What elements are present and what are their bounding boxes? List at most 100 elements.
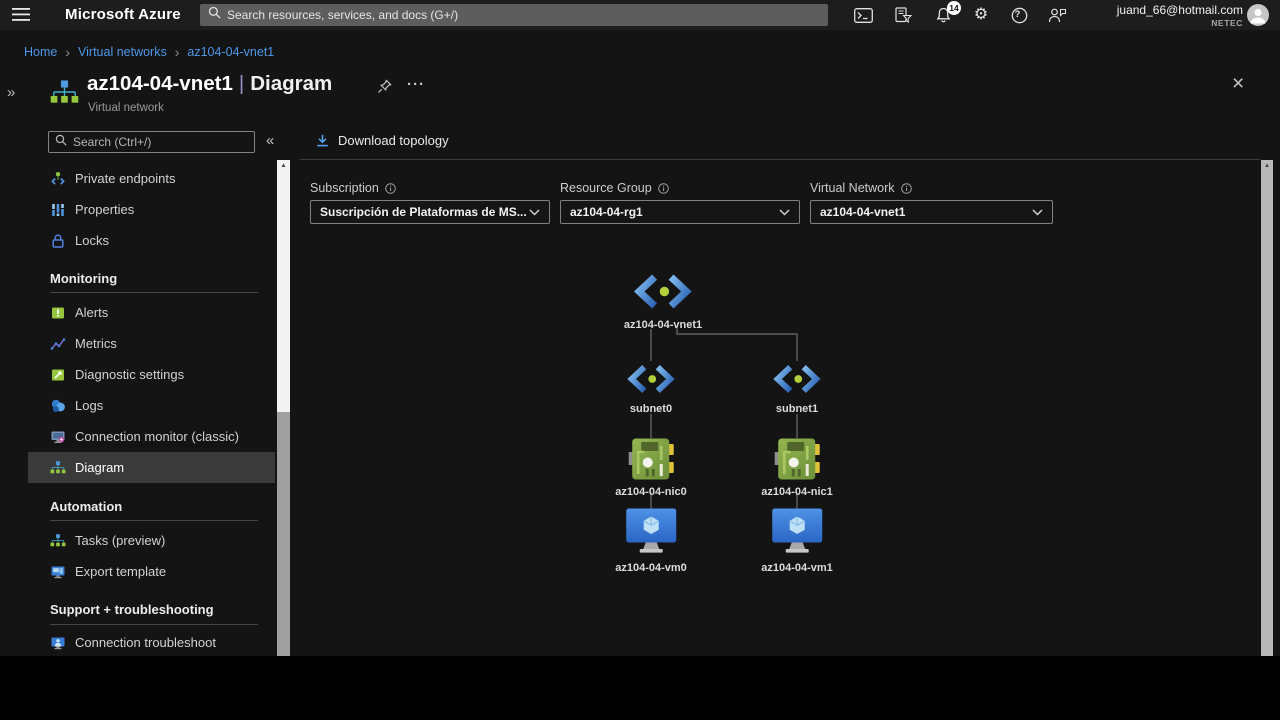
resource-name: az104-04-vnet1 — [87, 72, 233, 95]
connection-monitor-icon — [50, 429, 66, 445]
diagram-node-nic0[interactable]: az104-04-nic0 — [615, 437, 687, 498]
resource-group-label: Resource Group — [560, 181, 669, 195]
network-interface-icon — [774, 437, 820, 481]
chevron-right-icon: › — [175, 45, 180, 59]
diagram-node-vm0[interactable]: az104-04-vm0 — [615, 508, 687, 574]
cloud-shell-icon[interactable] — [853, 6, 873, 24]
help-icon[interactable]: ? — [1009, 6, 1029, 24]
virtual-network-icon — [630, 272, 696, 311]
export-template-icon — [50, 564, 66, 580]
user-email: juand_66@hotmail.com — [1088, 3, 1243, 17]
chevron-down-icon — [529, 209, 540, 216]
sidebar-item-alerts[interactable]: Alerts — [28, 297, 275, 328]
private-endpoint-icon — [50, 171, 66, 187]
settings-gear-icon[interactable]: ⚙ — [971, 6, 991, 24]
sidebar-item-diagnostic-settings[interactable]: Diagnostic settings — [28, 359, 275, 390]
scroll-up-arrow-icon[interactable]: ▲ — [277, 160, 290, 172]
expand-portal-menu-icon[interactable]: » — [7, 84, 15, 101]
chevron-down-icon — [1032, 209, 1043, 216]
divider — [50, 520, 258, 521]
user-organization: NETEC — [1088, 18, 1243, 28]
resource-group-dropdown[interactable]: az104-04-rg1 — [560, 200, 800, 224]
sidebar-section-monitoring: Monitoring — [50, 271, 117, 286]
sidebar-item-export-template[interactable]: Export template — [28, 556, 275, 587]
more-options-icon[interactable]: ··· — [407, 76, 425, 93]
logs-icon — [50, 398, 66, 414]
sidebar-item-diagram[interactable]: Diagram — [28, 452, 275, 483]
blade-name: Diagram — [250, 72, 332, 95]
breadcrumb-virtual-networks[interactable]: Virtual networks — [78, 45, 167, 59]
chevron-down-icon — [779, 209, 790, 216]
title-separator: | — [233, 72, 250, 95]
collapse-sidebar-icon[interactable]: « — [266, 132, 274, 149]
sidebar-search-box[interactable] — [48, 131, 255, 153]
content-scrollbar[interactable]: ▲ — [1261, 160, 1273, 656]
properties-sliders-icon — [50, 202, 66, 218]
resource-type-subtitle: Virtual network — [88, 102, 164, 114]
download-topology-button[interactable]: Download topology — [316, 133, 449, 148]
azure-brand-logo[interactable]: Microsoft Azure — [65, 6, 181, 23]
virtual-network-label: Virtual Network — [810, 181, 912, 195]
notifications-bell-icon[interactable]: 14 — [933, 6, 953, 24]
close-blade-icon[interactable]: × — [1232, 72, 1244, 96]
notification-count-badge: 14 — [947, 1, 961, 15]
sidebar-scrollbar-thumb[interactable]: ▲ — [277, 160, 290, 412]
network-interface-icon — [628, 437, 674, 481]
sidebar-section-automation: Automation — [50, 499, 122, 514]
search-icon — [55, 133, 67, 151]
diagram-node-subnet0[interactable]: subnet0 — [624, 363, 678, 415]
divider — [50, 624, 258, 625]
chevron-right-icon: › — [65, 45, 70, 59]
tasks-icon — [50, 534, 66, 547]
lock-icon — [50, 233, 66, 249]
subscription-label: Subscription — [310, 181, 396, 195]
page-title: az104-04-vnet1|Diagram — [87, 72, 332, 96]
divider — [50, 292, 258, 293]
global-search-input[interactable] — [227, 8, 820, 22]
top-bar: Microsoft Azure 14 ⚙ ? juand_66@hot — [0, 0, 1280, 30]
virtual-network-dropdown[interactable]: az104-04-vnet1 — [810, 200, 1053, 224]
toolbar-divider — [300, 159, 1260, 160]
global-search-bar[interactable] — [200, 4, 828, 26]
directory-filter-icon[interactable] — [893, 6, 913, 24]
sidebar-item-connection-monitor-classic[interactable]: Connection monitor (classic) — [28, 421, 275, 452]
breadcrumb-vnet[interactable]: az104-04-vnet1 — [187, 45, 274, 59]
sidebar-item-metrics[interactable]: Metrics — [28, 328, 275, 359]
search-icon — [208, 6, 221, 24]
subnet-icon — [770, 363, 824, 395]
account-info[interactable]: juand_66@hotmail.com NETEC — [1088, 3, 1243, 28]
info-icon — [658, 183, 669, 194]
virtual-machine-icon — [771, 508, 823, 554]
azure-portal-window: Microsoft Azure 14 ⚙ ? juand_66@hot — [0, 0, 1280, 656]
subnet-icon — [624, 363, 678, 395]
sidebar-item-locks[interactable]: Locks — [28, 225, 275, 256]
user-avatar[interactable] — [1246, 3, 1270, 32]
sidebar-section-support: Support + troubleshooting — [50, 602, 214, 617]
feedback-icon[interactable] — [1047, 6, 1067, 24]
subscription-dropdown[interactable]: Suscripción de Plataformas de MS... — [310, 200, 550, 224]
diagram-icon — [50, 461, 66, 474]
sidebar-item-logs[interactable]: Logs — [28, 390, 275, 421]
sidebar-search-input[interactable] — [73, 135, 248, 149]
diagram-node-subnet1[interactable]: subnet1 — [770, 363, 824, 415]
sidebar-item-private-endpoints[interactable]: Private endpoints — [28, 163, 275, 194]
sidebar-item-tasks-preview[interactable]: Tasks (preview) — [28, 525, 275, 556]
breadcrumb: Home › Virtual networks › az104-04-vnet1 — [24, 45, 274, 59]
pin-icon[interactable] — [377, 79, 392, 99]
sidebar-item-connection-troubleshoot[interactable]: Connection troubleshoot — [28, 627, 275, 658]
sidebar-item-properties[interactable]: Properties — [28, 194, 275, 225]
virtual-machine-icon — [625, 508, 677, 554]
download-icon — [316, 134, 329, 147]
virtual-network-resource-icon — [50, 80, 79, 109]
info-icon — [901, 183, 912, 194]
diagram-node-vnet[interactable]: az104-04-vnet1 — [624, 272, 702, 331]
diagram-node-vm1[interactable]: az104-04-vm1 — [761, 508, 833, 574]
scroll-up-arrow-icon[interactable]: ▲ — [1261, 160, 1273, 172]
connection-troubleshoot-icon — [50, 635, 66, 651]
metrics-chart-icon — [50, 336, 66, 352]
breadcrumb-home[interactable]: Home — [24, 45, 57, 59]
diagnostic-settings-icon — [50, 367, 66, 383]
hamburger-menu-icon[interactable] — [12, 8, 30, 26]
alerts-icon — [50, 305, 66, 321]
diagram-node-nic1[interactable]: az104-04-nic1 — [761, 437, 833, 498]
